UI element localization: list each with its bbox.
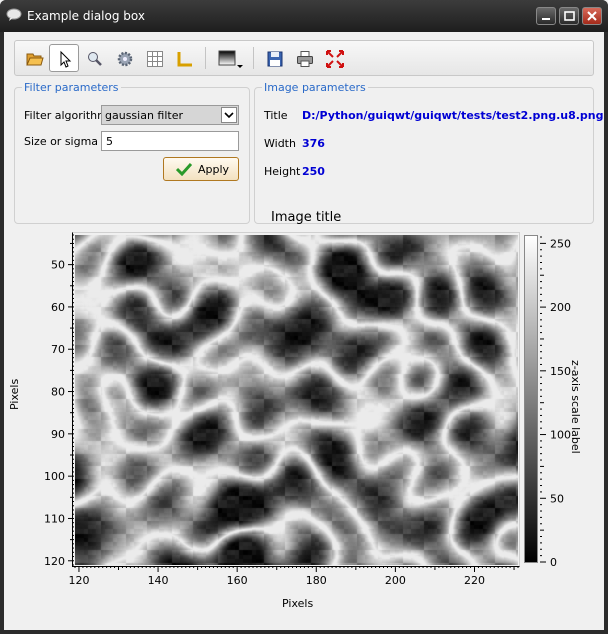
y-tick-label: 110 xyxy=(44,512,65,525)
z-tick-label: 250 xyxy=(550,237,571,250)
app-icon xyxy=(6,8,22,21)
z-tick-label: 50 xyxy=(550,492,564,505)
minimize-icon xyxy=(542,18,550,20)
y-tick-label: 90 xyxy=(51,428,65,441)
y-tick-label: 60 xyxy=(51,301,65,314)
close-button[interactable] xyxy=(582,7,602,25)
x-axis-title: Pixels xyxy=(282,597,314,610)
x-tick-label: 200 xyxy=(385,574,406,587)
y-axis-title: Pixels xyxy=(8,378,21,410)
y-tick-label: 100 xyxy=(44,470,65,483)
colorbar xyxy=(524,235,538,563)
dialog-window: Example dialog box Filter parameters Fil… xyxy=(0,0,608,634)
y-tick-label: 70 xyxy=(51,343,65,356)
x-tick-label: 180 xyxy=(306,574,327,587)
minimize-button[interactable] xyxy=(536,7,556,25)
dialog-client-area: Filter parameters Filter algorithm gauss… xyxy=(4,32,604,630)
z-tick-label: 0 xyxy=(550,556,557,569)
maximize-button[interactable] xyxy=(559,7,579,25)
window-title: Example dialog box xyxy=(27,9,145,23)
z-axis-title: z-axis scale label xyxy=(569,360,582,454)
x-tick-label: 220 xyxy=(464,574,485,587)
y-tick-label: 50 xyxy=(51,259,65,272)
maximize-icon xyxy=(564,11,575,21)
z-tick-label: 200 xyxy=(550,301,571,314)
x-tick-label: 160 xyxy=(227,574,248,587)
z-tick-label: 150 xyxy=(550,365,571,378)
plot-axes: 120 140 160 180 200 220 50 60 70 80 90 100 110 120 250… xyxy=(44,234,571,587)
close-icon xyxy=(587,11,597,21)
y-tick-label: 80 xyxy=(51,386,65,399)
x-tick-label: 120 xyxy=(68,574,89,587)
y-tick-label: 120 xyxy=(44,555,65,568)
x-tick-label: 140 xyxy=(148,574,169,587)
z-tick-label: 100 xyxy=(550,429,571,442)
title-bar[interactable]: Example dialog box xyxy=(0,0,608,32)
